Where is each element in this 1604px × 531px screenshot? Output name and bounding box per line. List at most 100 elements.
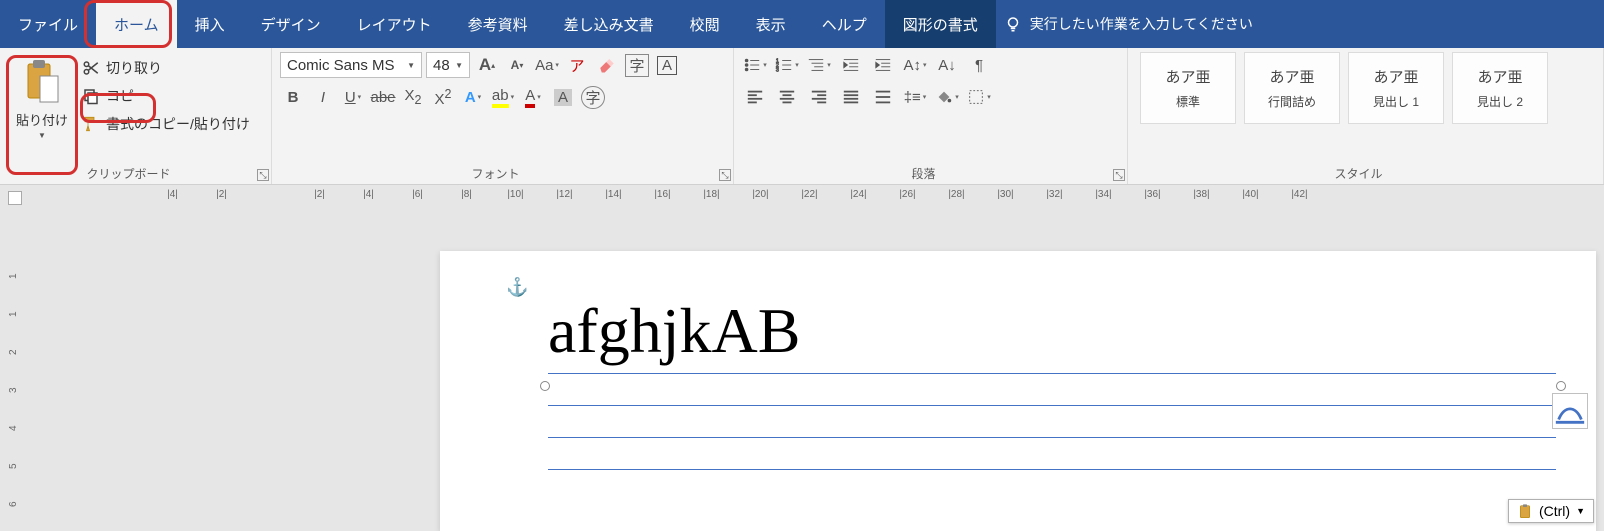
style-sample: あア亜 <box>1165 66 1210 87</box>
align-left-button[interactable] <box>742 84 768 110</box>
increase-indent-button[interactable] <box>870 52 896 78</box>
ruler-area: |4||2||2||4||6||8||10||12||14||16||18||2… <box>0 185 1604 211</box>
vertical-ruler[interactable]: 1 1 2 3 4 5 6 <box>18 251 36 517</box>
style-heading1[interactable]: あア亜 見出し 1 <box>1348 52 1444 124</box>
font-size-combo[interactable]: 48 ▼ <box>426 52 470 78</box>
highlight-icon: ab <box>492 87 509 108</box>
group-label-styles: スタイル <box>1128 165 1589 182</box>
clipboard-dialog-launcher[interactable]: ⤡ <box>257 169 269 181</box>
paste-label: 貼り付け <box>16 110 68 129</box>
character-border-button[interactable]: A <box>654 52 680 78</box>
textbox-rule-line <box>548 437 1556 459</box>
layout-options-button[interactable] <box>1552 393 1588 429</box>
paste-dropdown-icon: ▼ <box>38 131 46 140</box>
cut-button[interactable]: 切り取り <box>82 58 250 78</box>
change-case-button[interactable]: Aa▾ <box>534 52 560 78</box>
style-sample: あア亜 <box>1477 66 1522 87</box>
text-effects-button[interactable]: A▾ <box>460 84 486 110</box>
numbering-button[interactable]: 123▾ <box>774 52 800 78</box>
style-no-spacing[interactable]: あア亜 行間詰め <box>1244 52 1340 124</box>
italic-button[interactable]: I <box>310 84 336 110</box>
tell-me-search[interactable]: 実行したい作業を入力してください <box>1004 0 1253 48</box>
highlight-button[interactable]: ab▾ <box>490 84 516 110</box>
underline-button[interactable]: U▾ <box>340 84 366 110</box>
superscript-icon: X2 <box>435 87 452 108</box>
subscript-button[interactable]: X2 <box>400 84 426 110</box>
copy-label: コピー <box>106 86 148 106</box>
cut-label: 切り取り <box>106 58 162 78</box>
format-painter-icon <box>82 115 100 133</box>
phonetic-guide-button[interactable]: ア <box>564 52 590 78</box>
grow-font-button[interactable]: A▴ <box>474 52 500 78</box>
tab-mailings[interactable]: 差し込み文書 <box>546 0 672 48</box>
group-label-paragraph: 段落 <box>734 165 1113 182</box>
style-heading2[interactable]: あア亜 見出し 2 <box>1452 52 1548 124</box>
selection-handle-right[interactable] <box>1556 381 1566 391</box>
style-normal[interactable]: あア亜 標準 <box>1140 52 1236 124</box>
style-name: 行間詰め <box>1268 93 1316 110</box>
strike-icon: abe <box>370 89 395 106</box>
group-label-font: フォント <box>272 165 719 182</box>
strikethrough-button[interactable]: abe <box>370 84 396 110</box>
paste-button[interactable]: 貼り付け ▼ <box>8 52 76 166</box>
horizontal-ruler[interactable]: |4||2||2||4||6||8||10||12||14||16||18||2… <box>148 189 1604 207</box>
group-paragraph: ▾ 123▾ ▾ A↕▾ A↓ ¶ ‡≡▾ ▾ ▾ 段落 ⤡ <box>734 48 1128 184</box>
svg-text:3: 3 <box>776 67 779 73</box>
tell-me-label: 実行したい作業を入力してください <box>1030 14 1253 34</box>
text-box[interactable]: afghjkAB <box>548 299 1556 491</box>
tab-view[interactable]: 表示 <box>738 0 804 48</box>
character-shading-button[interactable]: A <box>550 84 576 110</box>
tab-insert[interactable]: 挿入 <box>177 0 243 48</box>
bullets-button[interactable]: ▾ <box>742 52 768 78</box>
show-marks-button[interactable]: ¶ <box>966 52 992 78</box>
font-dialog-launcher[interactable]: ⤡ <box>719 169 731 181</box>
numbering-icon: 123 <box>775 56 793 74</box>
chevron-down-icon: ▼ <box>455 61 463 70</box>
shrink-font-button[interactable]: A▾ <box>504 52 530 78</box>
tab-file[interactable]: ファイル <box>0 0 96 48</box>
enclose-combined-button[interactable]: 字 <box>580 84 606 110</box>
borders-button[interactable]: ▾ <box>966 84 992 110</box>
group-clipboard: 貼り付け ▼ 切り取り コピー 書式のコピー/貼り付け クリップボード ⤡ <box>0 48 272 184</box>
selection-handle-left[interactable] <box>540 381 550 391</box>
paragraph-dialog-launcher[interactable]: ⤡ <box>1113 169 1125 181</box>
font-color-button[interactable]: A▾ <box>520 84 546 110</box>
distributed-button[interactable] <box>870 84 896 110</box>
tab-layout[interactable]: レイアウト <box>339 0 450 48</box>
indent-icon <box>874 56 892 74</box>
text-direction-button[interactable]: A↕▾ <box>902 52 928 78</box>
line-spacing-button[interactable]: ‡≡▾ <box>902 84 928 110</box>
outdent-icon <box>842 56 860 74</box>
tab-shape-format[interactable]: 図形の書式 <box>885 0 996 48</box>
ribbon-tabs: ファイル ホーム 挿入 デザイン レイアウト 参考資料 差し込み文書 校閲 表示… <box>0 0 1604 48</box>
clear-formatting-button[interactable] <box>594 52 620 78</box>
superscript-button[interactable]: X2 <box>430 84 456 110</box>
align-right-button[interactable] <box>806 84 832 110</box>
textbox-content[interactable]: afghjkAB <box>548 299 1556 363</box>
shading-button[interactable]: ▾ <box>934 84 960 110</box>
bold-button[interactable]: B <box>280 84 306 110</box>
paste-options-button[interactable]: (Ctrl) ▼ <box>1508 499 1594 523</box>
justify-button[interactable] <box>838 84 864 110</box>
multilevel-list-button[interactable]: ▾ <box>806 52 832 78</box>
tab-selector[interactable] <box>8 191 22 205</box>
tab-help[interactable]: ヘルプ <box>804 0 885 48</box>
format-painter-button[interactable]: 書式のコピー/貼り付け <box>82 114 250 134</box>
tab-references[interactable]: 参考資料 <box>450 0 546 48</box>
copy-button[interactable]: コピー <box>82 86 250 106</box>
tab-home[interactable]: ホーム <box>96 0 177 48</box>
distributed-icon <box>874 88 892 106</box>
page[interactable]: ⚓ afghjkAB <box>440 251 1596 531</box>
decrease-indent-button[interactable] <box>838 52 864 78</box>
font-name-combo[interactable]: Comic Sans MS ▼ <box>280 52 422 78</box>
tab-review[interactable]: 校閲 <box>672 0 738 48</box>
ribbon-body: 貼り付け ▼ 切り取り コピー 書式のコピー/貼り付け クリップボード ⤡ Co… <box>0 48 1604 185</box>
document-area: 1 1 2 3 4 5 6 ⚓ afghjkAB <box>0 211 1604 529</box>
align-center-button[interactable] <box>774 84 800 110</box>
font-size-value: 48 <box>433 57 450 74</box>
enclose-characters-button[interactable]: 字 <box>624 52 650 78</box>
tab-design[interactable]: デザイン <box>243 0 339 48</box>
borders-icon <box>967 88 985 106</box>
sort-button[interactable]: A↓ <box>934 52 960 78</box>
textbox-rule-line <box>548 373 1556 395</box>
